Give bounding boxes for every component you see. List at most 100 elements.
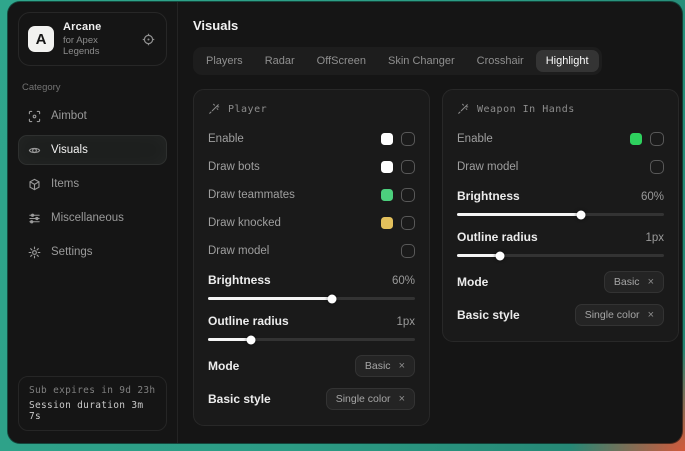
draw-model-row: Draw model bbox=[208, 240, 415, 261]
app-window: A Arcane for Apex Legends Category Aimbo… bbox=[8, 2, 682, 443]
panel-body: Enable Draw bots Draw teammates Draw kno… bbox=[208, 128, 415, 410]
tab-skin-changer[interactable]: Skin Changer bbox=[378, 50, 465, 72]
panel-header: Weapon In Hands bbox=[457, 103, 664, 115]
sidebar-item-visuals[interactable]: Visuals bbox=[18, 135, 167, 165]
color-swatch[interactable] bbox=[381, 189, 393, 201]
panel-title: Player bbox=[228, 104, 267, 115]
panel-player: Player Enable Draw bots Draw teammates D… bbox=[193, 89, 430, 426]
selected-option-chip[interactable]: Single color × bbox=[575, 304, 664, 326]
app-logo: A bbox=[28, 26, 54, 52]
mode-row: Mode Basic × bbox=[457, 271, 664, 293]
chip-text: Single color bbox=[585, 309, 640, 321]
enable-row: Enable bbox=[208, 128, 415, 149]
select-label: Mode bbox=[208, 359, 355, 373]
session-duration-text: Session duration 3m 7s bbox=[29, 400, 156, 422]
slider-fill bbox=[208, 297, 332, 300]
tab-players[interactable]: Players bbox=[196, 50, 253, 72]
main-content: Visuals PlayersRadarOffScreenSkin Change… bbox=[178, 2, 682, 443]
color-swatch[interactable] bbox=[381, 161, 393, 173]
sidebar-nav: Aimbot Visuals Items Miscellaneous Setti… bbox=[18, 101, 167, 267]
wand-icon bbox=[208, 103, 220, 115]
sidebar-item-aimbot[interactable]: Aimbot bbox=[18, 101, 167, 131]
subscription-status-card: Sub expires in 9d 23h Session duration 3… bbox=[18, 376, 167, 431]
slider-knob[interactable] bbox=[328, 294, 337, 303]
eye-orbit-icon bbox=[28, 144, 41, 157]
scan-crosshair-icon bbox=[28, 110, 41, 123]
chip-text: Basic bbox=[614, 276, 640, 288]
checkbox[interactable] bbox=[401, 160, 415, 174]
remove-icon[interactable]: × bbox=[648, 310, 654, 321]
slider-label: Outline radius bbox=[208, 314, 396, 328]
sliders-icon bbox=[28, 212, 41, 225]
sidebar-item-label: Items bbox=[51, 178, 79, 190]
slider[interactable] bbox=[457, 213, 664, 216]
panel-header: Player bbox=[208, 103, 415, 115]
sidebar-item-label: Aimbot bbox=[51, 110, 87, 122]
selected-option-chip[interactable]: Single color × bbox=[326, 388, 415, 410]
brightness-row: Brightness 60% bbox=[457, 189, 664, 216]
slider-knob[interactable] bbox=[496, 251, 505, 260]
checkbox[interactable] bbox=[401, 132, 415, 146]
mode-row: Mode Basic × bbox=[208, 355, 415, 377]
checkbox[interactable] bbox=[401, 244, 415, 258]
slider-fill bbox=[457, 213, 581, 216]
sidebar-item-items[interactable]: Items bbox=[18, 169, 167, 199]
slider[interactable] bbox=[208, 297, 415, 300]
app-meta: Arcane for Apex Legends bbox=[63, 21, 130, 57]
slider[interactable] bbox=[457, 254, 664, 257]
setting-label: Draw model bbox=[457, 161, 642, 173]
color-swatch[interactable] bbox=[381, 133, 393, 145]
checkbox[interactable] bbox=[650, 132, 664, 146]
app-card: A Arcane for Apex Legends bbox=[18, 12, 167, 66]
target-icon-button[interactable] bbox=[139, 30, 157, 48]
select-label: Basic style bbox=[457, 308, 575, 322]
sidebar-item-settings[interactable]: Settings bbox=[18, 237, 167, 267]
slider-value: 1px bbox=[645, 232, 664, 244]
slider-label: Brightness bbox=[208, 273, 392, 287]
slider[interactable] bbox=[208, 338, 415, 341]
sidebar-item-label: Settings bbox=[51, 246, 93, 258]
slider-fill bbox=[208, 338, 251, 341]
selected-option-chip[interactable]: Basic × bbox=[355, 355, 415, 377]
tab-crosshair[interactable]: Crosshair bbox=[467, 50, 534, 72]
setting-label: Draw teammates bbox=[208, 189, 373, 201]
sidebar: A Arcane for Apex Legends Category Aimbo… bbox=[8, 2, 178, 443]
sidebar-item-label: Miscellaneous bbox=[51, 212, 124, 224]
tab-radar[interactable]: Radar bbox=[255, 50, 305, 72]
sidebar-item-miscellaneous[interactable]: Miscellaneous bbox=[18, 203, 167, 233]
slider-value: 60% bbox=[392, 275, 415, 287]
slider-fill bbox=[457, 254, 500, 257]
box-icon bbox=[28, 178, 41, 191]
slider-label: Outline radius bbox=[457, 230, 645, 244]
slider-knob[interactable] bbox=[577, 210, 586, 219]
remove-icon[interactable]: × bbox=[648, 277, 654, 288]
panels-row: Player Enable Draw bots Draw teammates D… bbox=[193, 89, 667, 426]
wand-icon bbox=[457, 103, 469, 115]
tab-offscreen[interactable]: OffScreen bbox=[307, 50, 376, 72]
panel-title: Weapon In Hands bbox=[477, 104, 575, 115]
outline-radius-row: Outline radius 1px bbox=[208, 314, 415, 341]
sidebar-item-label: Visuals bbox=[51, 144, 88, 156]
slider-knob[interactable] bbox=[247, 335, 256, 344]
category-label: Category bbox=[22, 82, 167, 93]
selected-option-chip[interactable]: Basic × bbox=[604, 271, 664, 293]
slider-value: 1px bbox=[396, 316, 415, 328]
color-swatch[interactable] bbox=[381, 217, 393, 229]
remove-icon[interactable]: × bbox=[399, 361, 405, 372]
chip-text: Basic bbox=[365, 360, 391, 372]
checkbox[interactable] bbox=[650, 160, 664, 174]
checkbox[interactable] bbox=[401, 216, 415, 230]
setting-label: Enable bbox=[208, 133, 373, 145]
checkbox[interactable] bbox=[401, 188, 415, 202]
slider-label: Brightness bbox=[457, 189, 641, 203]
panel-weapon-in-hands: Weapon In Hands Enable Draw model Bright… bbox=[442, 89, 679, 342]
app-subtitle: for Apex Legends bbox=[63, 35, 130, 57]
chip-text: Single color bbox=[336, 393, 391, 405]
tab-highlight[interactable]: Highlight bbox=[536, 50, 599, 72]
remove-icon[interactable]: × bbox=[399, 394, 405, 405]
enable-row: Enable bbox=[457, 128, 664, 149]
color-swatch[interactable] bbox=[630, 133, 642, 145]
gear-icon bbox=[28, 246, 41, 259]
setting-label: Draw model bbox=[208, 245, 393, 257]
app-name: Arcane bbox=[63, 21, 130, 33]
